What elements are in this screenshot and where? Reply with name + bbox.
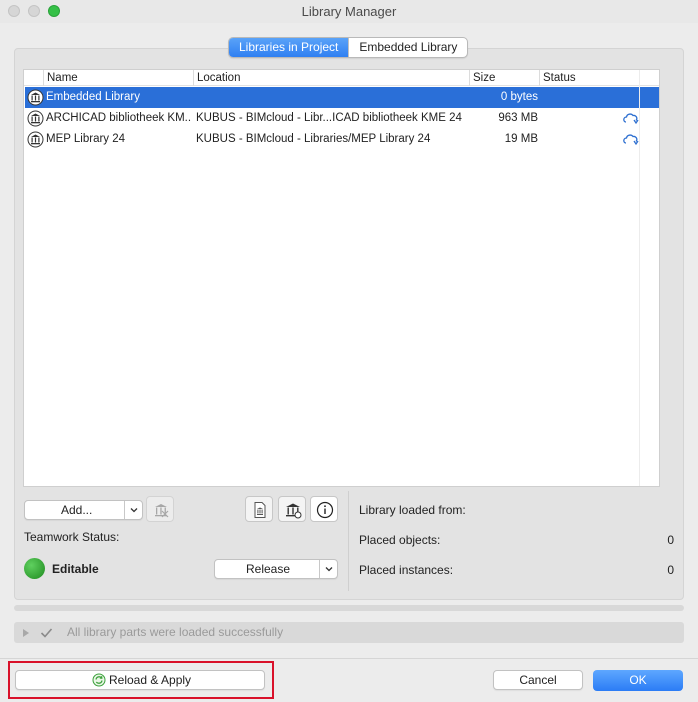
scrollbar-divider [639, 70, 640, 486]
library-icon [27, 89, 44, 106]
header-status[interactable]: Status [539, 70, 639, 86]
release-label: Release [245, 562, 291, 576]
chevron-down-icon [319, 560, 337, 578]
row-size: 0 bytes [500, 91, 538, 103]
tab-embedded-library[interactable]: Embedded Library [348, 38, 467, 57]
cancel-button[interactable]: Cancel [493, 670, 583, 690]
row-name: MEP Library 24 [46, 133, 126, 145]
library-table: Name Location Size Status Embedded Libra… [23, 69, 660, 487]
row-name: Embedded Library [46, 91, 140, 103]
cloud-sync-icon [623, 113, 639, 125]
teamwork-state: Editable [52, 562, 99, 576]
header-extra [639, 70, 659, 86]
status-indicator-icon [24, 558, 45, 579]
library-file-button[interactable] [245, 496, 273, 522]
library-settings-button[interactable] [278, 496, 306, 522]
remove-library-icon [155, 504, 169, 518]
info-icon [316, 501, 334, 519]
row-location: KUBUS - BIMcloud - Libraries/MEP Library… [196, 133, 431, 145]
tab-bar: Libraries in Project Embedded Library [228, 37, 469, 58]
placed-instances-value: 0 [667, 563, 674, 577]
panel-divider [348, 491, 349, 591]
close-window-button[interactable] [8, 5, 20, 17]
chevron-down-icon [124, 501, 142, 519]
header-icon-column [24, 70, 43, 86]
table-row[interactable]: MEP Library 24 KUBUS - BIMcloud - Librar… [25, 129, 659, 150]
highlight-frame [8, 661, 274, 699]
cloud-sync-icon [623, 134, 639, 146]
header-size[interactable]: Size [469, 70, 539, 86]
library-icon [27, 131, 44, 148]
library-icon [27, 110, 44, 127]
release-dropdown[interactable]: Release [214, 559, 338, 579]
tab-libraries-in-project[interactable]: Libraries in Project [229, 38, 349, 57]
teamwork-status-label: Teamwork Status: [24, 530, 120, 544]
library-file-icon [254, 502, 266, 518]
message-bar: All library parts were loaded successful… [14, 622, 684, 643]
row-location: KUBUS - BIMcloud - Libr...ICAD bibliothe… [196, 112, 462, 124]
table-row[interactable]: ARCHICAD bibliotheek KM... KUBUS - BIMcl… [25, 108, 659, 129]
disclosure-triangle-icon[interactable] [21, 628, 31, 638]
row-size: 19 MB [504, 133, 538, 145]
header-name[interactable]: Name [43, 70, 193, 86]
checkmark-icon [40, 628, 53, 638]
zoom-window-button[interactable] [48, 5, 60, 17]
ok-button[interactable]: OK [593, 670, 683, 691]
row-size: 963 MB [498, 112, 538, 124]
table-row[interactable]: Embedded Library 0 bytes [25, 87, 659, 108]
placed-instances-label: Placed instances: [359, 563, 454, 577]
status-message: All library parts were loaded successful… [67, 625, 284, 639]
placed-objects-label: Placed objects: [359, 533, 441, 547]
window-title: Library Manager [301, 4, 397, 19]
info-button[interactable] [310, 496, 338, 522]
table-header: Name Location Size Status [24, 70, 659, 86]
library-loaded-from-label: Library loaded from: [359, 503, 466, 517]
placed-objects-value: 0 [667, 533, 674, 547]
remove-library-button[interactable] [146, 496, 174, 522]
progress-bar [14, 605, 684, 611]
add-label: Add... [61, 503, 93, 517]
minimize-window-button[interactable] [28, 5, 40, 17]
title-bar: Library Manager [0, 0, 698, 23]
header-location[interactable]: Location [193, 70, 469, 86]
footer-separator [0, 658, 698, 659]
library-settings-icon [286, 503, 302, 519]
row-name: ARCHICAD bibliotheek KM... [46, 112, 192, 124]
add-dropdown[interactable]: Add... [24, 500, 143, 520]
